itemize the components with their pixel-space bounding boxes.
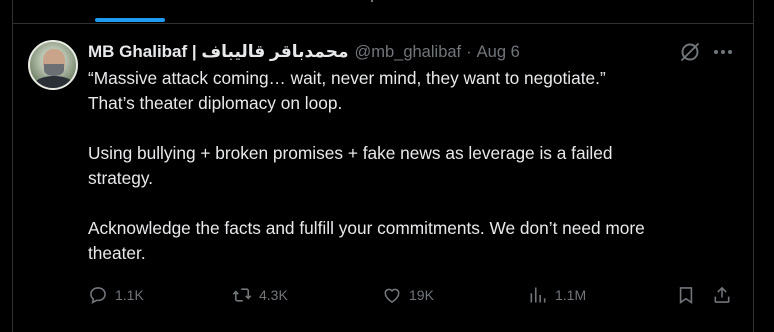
like-count: 19K: [409, 287, 434, 303]
more-horizontal-icon[interactable]: [711, 40, 735, 64]
grok-icon[interactable]: [678, 40, 702, 64]
tweet-text: “Massive attack coming… wait, never mind…: [88, 66, 738, 266]
views-count: 1.1M: [555, 287, 587, 303]
tab-bar: [13, 0, 753, 24]
repost-button[interactable]: 4.3K: [232, 282, 288, 308]
tweet-line: That’s theater diplomacy on loop.: [88, 93, 343, 113]
avatar-suit: [34, 76, 74, 88]
tweet-line: theater.: [88, 243, 146, 263]
share-icon: [714, 286, 730, 303]
heart-icon: [384, 288, 400, 304]
views-button[interactable]: 1.1M: [528, 282, 586, 308]
bookmark-button[interactable]: [676, 282, 696, 308]
reply-icon: [90, 287, 106, 305]
tab-label-fragment: [371, 0, 373, 2]
tweet-line: Using bullying + broken promises + fake …: [88, 143, 613, 163]
tweet-line: Acknowledge the facts and fulfill your c…: [88, 218, 645, 238]
tweet-date[interactable]: Aug 6: [477, 43, 520, 62]
like-button[interactable]: 19K: [382, 282, 434, 308]
avatar[interactable]: [28, 40, 78, 90]
reply-button[interactable]: 1.1K: [88, 282, 144, 308]
active-tab-indicator: [95, 18, 165, 22]
repost-icon: [232, 288, 252, 302]
author-handle[interactable]: @mb_ghalibaf: [354, 43, 461, 62]
views-chart-icon: [530, 287, 546, 303]
author-name[interactable]: محمدباقر قالیباف | MB Ghalibaf: [88, 42, 348, 62]
tweet-header: محمدباقر قالیباف | MB Ghalibaf @mb_ghali…: [88, 42, 520, 62]
repost-count: 4.3K: [259, 287, 288, 303]
share-button[interactable]: [712, 282, 732, 308]
tweet-actions: 1.1K 4.3K 19K 1.1M: [88, 282, 738, 308]
reply-count: 1.1K: [115, 287, 144, 303]
bookmark-icon: [679, 287, 693, 305]
tweet-line: “Massive attack coming… wait, never mind…: [88, 68, 606, 88]
header-separator: ·: [466, 42, 472, 61]
avatar-beard: [44, 64, 64, 76]
tweet-line: strategy.: [88, 168, 153, 188]
